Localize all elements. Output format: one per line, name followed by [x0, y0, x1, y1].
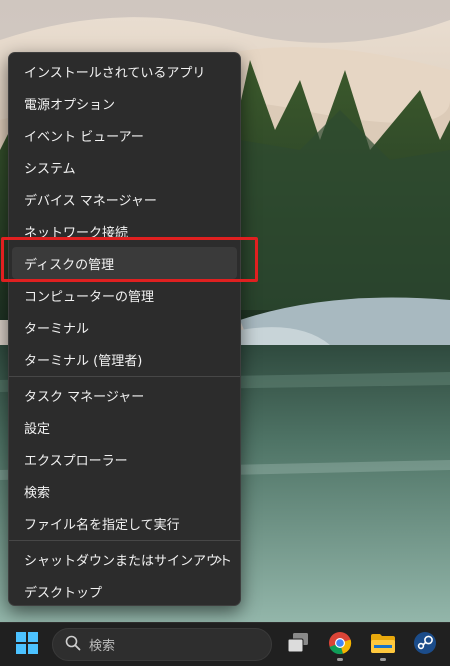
menu-item-system[interactable]: システム [12, 151, 237, 183]
chrome-taskbar-button[interactable] [323, 628, 357, 662]
menu-item-label: ターミナル [24, 321, 90, 337]
menu-item-installed-apps[interactable]: インストールされているアプリ [12, 55, 237, 87]
menu-item-computer-management[interactable]: コンピューターの管理 [12, 279, 237, 311]
menu-item-label: ディスクの管理 [24, 257, 115, 273]
start-button[interactable] [10, 628, 44, 662]
menu-item-label: エクスプローラー [24, 453, 128, 469]
steam-taskbar-button[interactable] [408, 628, 442, 662]
menu-item-label: シャットダウンまたはサインアウト [24, 553, 233, 569]
task-view-icon [286, 632, 310, 658]
search-placeholder: 検索 [89, 639, 116, 654]
menu-item-label: タスク マネージャー [24, 389, 145, 405]
menu-item-label: 電源オプション [24, 97, 116, 113]
menu-item-terminal[interactable]: ターミナル [12, 311, 237, 343]
chevron-right-icon [215, 555, 223, 563]
menu-item-task-manager[interactable]: タスク マネージャー [12, 379, 237, 411]
taskbar: 検索 [0, 622, 450, 666]
menu-item-label: システム [24, 161, 76, 177]
menu-separator [9, 540, 240, 541]
running-indicator [380, 658, 386, 661]
running-indicator [337, 658, 343, 661]
menu-item-network-connections[interactable]: ネットワーク接続 [12, 215, 237, 247]
menu-item-label: ネットワーク接続 [24, 225, 129, 241]
menu-item-search[interactable]: 検索 [12, 475, 237, 507]
menu-item-desktop[interactable]: デスクトップ [12, 575, 237, 607]
menu-item-device-manager[interactable]: デバイス マネージャー [12, 183, 237, 215]
menu-item-label: ターミナル (管理者) [24, 353, 143, 369]
menu-item-terminal-admin[interactable]: ターミナル (管理者) [12, 343, 237, 375]
steam-icon [413, 631, 437, 659]
menu-item-label: コンピューターの管理 [24, 289, 155, 305]
chrome-icon [328, 631, 352, 659]
menu-item-label: インストールされているアプリ [24, 65, 206, 81]
menu-item-disk-management[interactable]: ディスクの管理 [12, 247, 237, 279]
menu-item-settings[interactable]: 設定 [12, 411, 237, 443]
start-context-menu: インストールされているアプリ 電源オプション イベント ビューアー システム デ… [8, 52, 241, 606]
menu-item-label: イベント ビューアー [24, 129, 144, 145]
menu-item-shutdown-signout[interactable]: シャットダウンまたはサインアウト [12, 543, 237, 575]
menu-separator [9, 376, 240, 377]
task-view-button[interactable] [281, 628, 315, 662]
menu-item-label: 設定 [24, 421, 51, 437]
menu-item-label: 検索 [24, 485, 51, 501]
menu-item-label: デスクトップ [24, 585, 103, 601]
windows-start-icon [16, 632, 38, 658]
menu-item-label: ファイル名を指定して実行 [24, 517, 180, 533]
menu-item-event-viewer[interactable]: イベント ビューアー [12, 119, 237, 151]
menu-item-file-explorer[interactable]: エクスプローラー [12, 443, 237, 475]
menu-item-run[interactable]: ファイル名を指定して実行 [12, 507, 237, 539]
menu-item-power-options[interactable]: 電源オプション [12, 87, 237, 119]
search-icon [65, 635, 81, 655]
taskbar-search-box[interactable]: 検索 [52, 628, 272, 661]
menu-item-label: デバイス マネージャー [24, 193, 157, 209]
file-explorer-icon [370, 632, 396, 658]
file-explorer-taskbar-button[interactable] [366, 628, 400, 662]
